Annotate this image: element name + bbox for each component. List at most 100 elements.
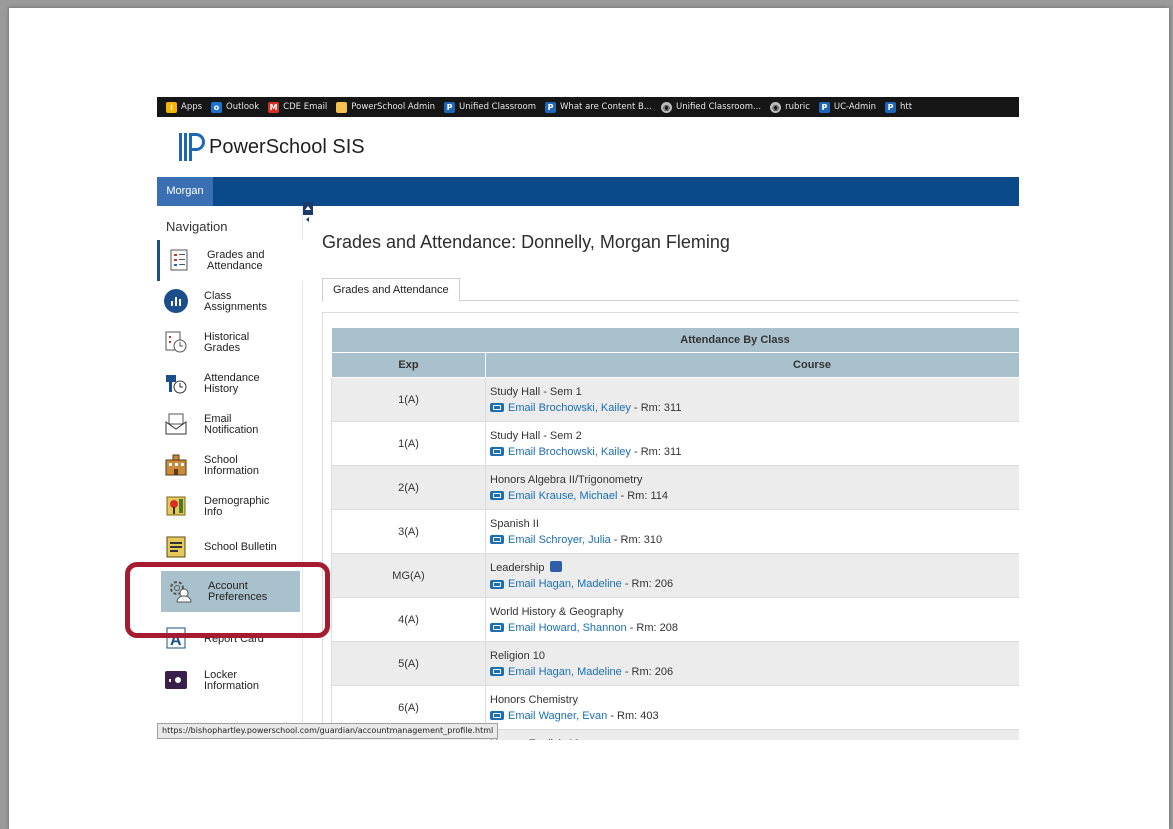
nav-item-demographic-info[interactable]: Demographic Info: [157, 486, 300, 527]
table-title: Attendance By Class: [331, 327, 1019, 353]
course-name: Study Hall - Sem 1: [490, 385, 582, 398]
table-row: 2(A) Honors Algebra II/Trigonometry Email …: [331, 465, 1019, 510]
room-prefix: - Rm:: [624, 578, 652, 590]
teacher-name: Schroyer, Julia: [538, 533, 611, 546]
nav-item-email-notification[interactable]: Email Notification: [157, 404, 300, 445]
room-prefix: - Rm:: [620, 489, 648, 502]
course-name: Religion 10: [490, 649, 546, 662]
bookmark-label: PowerSchool Admin: [351, 102, 436, 112]
status-url: https://bishophartley.powerschool.com/gu…: [157, 723, 499, 739]
email-teacher-link[interactable]: Email Howard, Shannon: [508, 622, 627, 634]
collapse-sidebar-handle[interactable]: [303, 202, 313, 224]
nav-item-class-assignments[interactable]: Class Assignments: [157, 281, 300, 322]
room-prefix: - Rm:: [610, 709, 638, 722]
bookmark-htt[interactable]: P htt: [885, 101, 913, 113]
exp-cell: 1(A): [331, 421, 486, 466]
email-teacher-link[interactable]: Email Brochowski, Kailey: [508, 446, 631, 458]
email-word: Email: [508, 401, 536, 414]
app-name[interactable]: PowerSchool SIS: [209, 136, 365, 159]
email-teacher-link[interactable]: Email Wagner, Evan: [508, 710, 607, 722]
email-icon: [490, 447, 504, 456]
nav-item-locker-information[interactable]: Locker Information: [157, 660, 300, 701]
bookmark-content-b[interactable]: P What are Content B...: [545, 101, 652, 113]
nav-title: Navigation: [166, 219, 228, 234]
exp-cell: MG(A): [331, 553, 486, 598]
bookmark-cde-email[interactable]: M CDE Email: [268, 101, 327, 113]
table-row: MG(A) Leadership Email Hagan, Madeline - R…: [331, 553, 1019, 598]
course-cell: Honors Algebra II/Trigonometry Email Krau…: [485, 465, 1019, 510]
course-name: Study Hall - Sem 2: [490, 429, 582, 442]
room-number: 206: [654, 665, 674, 678]
email-word: Email: [508, 533, 536, 546]
bookmark-outlook[interactable]: o Outlook: [211, 101, 259, 113]
nav-label-line2: Assignments: [204, 300, 267, 313]
room-number: 206: [654, 578, 674, 590]
course-cell: Honors English 10Email Malgof, Molly - R…: [485, 729, 1019, 740]
nav-label-line2: Information: [204, 464, 260, 477]
course-cell: Study Hall - Sem 1 Email Brochowski, Kail…: [485, 377, 1019, 422]
email-icon: [490, 711, 504, 720]
student-tab[interactable]: Morgan: [157, 177, 213, 206]
bookmark-label: rubric: [785, 102, 810, 112]
email-word: Email: [508, 621, 536, 634]
bookmark-unified-classroom-2[interactable]: ◉ Unified Classroom...: [660, 101, 761, 113]
room-number: 403: [640, 709, 659, 722]
room-number: 208: [659, 621, 679, 634]
bookmark-powerschool-admin[interactable]: PowerSchool Admin: [336, 101, 436, 113]
teacher-name: Brochowski, Kailey: [538, 445, 631, 458]
student-bar: Morgan: [157, 177, 1019, 206]
bookmark-label: Unified Classroom: [459, 102, 537, 112]
powerschool-icon: P: [885, 101, 897, 113]
bookmark-label: Apps: [181, 102, 203, 112]
email-icon: [490, 667, 504, 676]
email-icon: [490, 491, 504, 500]
demographic-icon: [166, 496, 186, 516]
bookmark-uc-admin[interactable]: P UC-Admin: [818, 101, 877, 113]
email-teacher-link[interactable]: Email Krause, Michael: [508, 490, 617, 502]
class-assignments-icon: [164, 289, 188, 313]
teacher-name: Brochowski, Kailey: [538, 401, 631, 414]
email-notification-icon: [165, 413, 187, 435]
gmail-icon: M: [268, 101, 280, 113]
email-word: Email: [508, 665, 536, 678]
email-teacher-link[interactable]: Email Hagan, Madeline: [508, 666, 622, 678]
bookmark-rubric[interactable]: ◉ rubric: [770, 101, 810, 113]
nav-label-line2: Notification: [204, 423, 259, 436]
room-prefix: - Rm:: [633, 445, 661, 458]
grades-icon: [170, 249, 188, 271]
teacher-name: Wagner, Evan: [538, 709, 608, 722]
bookmark-unified-classroom[interactable]: P Unified Classroom: [444, 101, 537, 113]
bookmark-label: UC-Admin: [833, 102, 877, 112]
outlook-icon: o: [211, 101, 223, 113]
nav-item-grades-attendance[interactable]: Grades and Attendance: [157, 240, 303, 281]
email-teacher-link[interactable]: Email Brochowski, Kailey: [508, 402, 631, 414]
bookmark-apps[interactable]: ⁞ Apps: [166, 101, 203, 113]
page-title: Grades and Attendance: Donnelly, Morgan …: [322, 232, 730, 252]
course-cell: World History & Geography Email Howard, S…: [485, 597, 1019, 642]
course-cell: Religion 10 Email Hagan, Madeline - Rm: 2…: [485, 641, 1019, 686]
nav-item-school-information[interactable]: School Information: [157, 445, 300, 486]
historical-grades-icon: [165, 331, 187, 353]
chevron-up-icon: [303, 206, 313, 224]
nav-item-attendance-history[interactable]: Attendance History: [157, 363, 300, 404]
course-cell: Leadership Email Hagan, Madeline - Rm: 20…: [485, 553, 1019, 598]
highlight-box: [125, 562, 330, 638]
nav-item-historical-grades[interactable]: Historical Grades: [157, 322, 300, 363]
group-icon[interactable]: [550, 561, 563, 572]
bookmark-label: What are Content B...: [560, 102, 652, 112]
apps-grid-icon: ⁞: [166, 101, 177, 113]
email-teacher-link[interactable]: Email Schroyer, Julia: [508, 534, 611, 546]
email-teacher-link[interactable]: Email Hagan, Madeline: [508, 578, 622, 590]
col-header-exp[interactable]: Exp: [331, 352, 486, 378]
email-icon: [490, 623, 504, 632]
room-number: 311: [663, 401, 682, 414]
bookmarks-bar: ⁞ Apps o Outlook M CDE Email PowerSchool…: [157, 97, 1019, 117]
bookmark-label: htt: [900, 102, 913, 112]
room-number: 311: [663, 445, 682, 458]
course-cell: Study Hall - Sem 2 Email Brochowski, Kail…: [485, 421, 1019, 466]
nav-label-line2: Attendance: [207, 259, 263, 272]
col-header-course[interactable]: Course: [485, 352, 1019, 378]
exp-cell: 3(A): [331, 509, 486, 554]
tab-grades-attendance[interactable]: Grades and Attendance: [322, 278, 460, 302]
table-row: 1(A) Study Hall - Sem 1 Email Brochowski, …: [331, 377, 1019, 422]
